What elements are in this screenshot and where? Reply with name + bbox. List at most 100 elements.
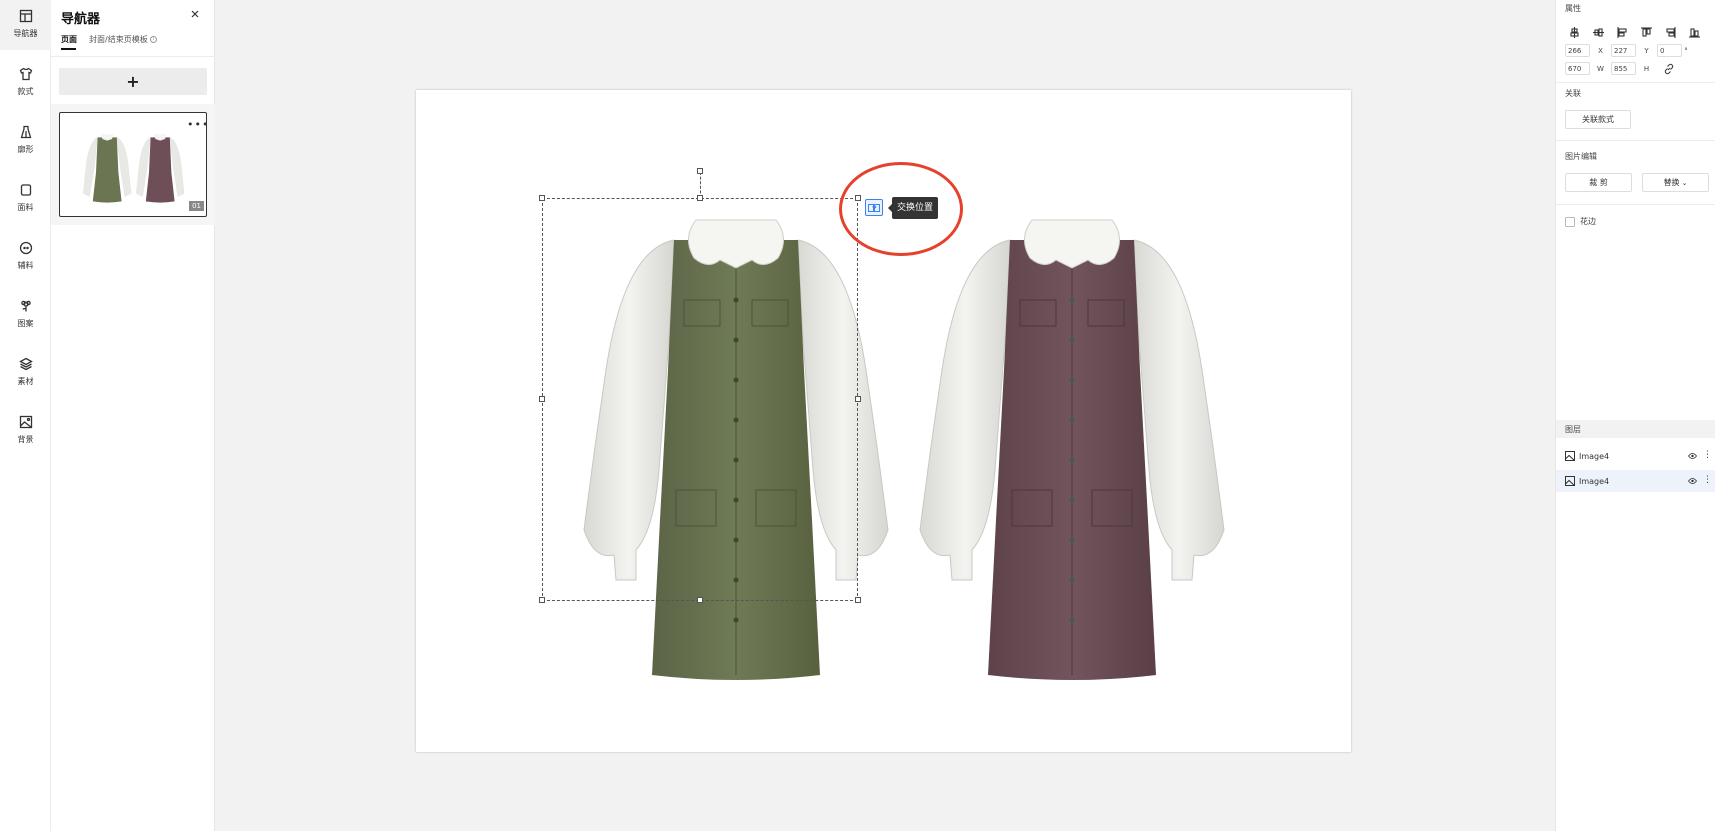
replace-label: 替换: [1663, 178, 1680, 187]
rail-item-pattern[interactable]: 图案: [0, 290, 51, 340]
more-vertical-icon[interactable]: ⋮: [1703, 475, 1712, 485]
rail-label: 图案: [17, 319, 34, 328]
layer-item[interactable]: Image4 ⋮: [1556, 445, 1715, 467]
link-section-title: 关联: [1565, 89, 1581, 98]
lace-label: 花边: [1580, 217, 1596, 226]
layout-icon: [19, 9, 32, 23]
divider: [1556, 204, 1715, 205]
resize-handle-n[interactable]: [697, 195, 703, 201]
rail-item-style[interactable]: 款式: [0, 58, 51, 108]
align-bottom-icon[interactable]: [1686, 26, 1702, 38]
eye-icon[interactable]: [1688, 477, 1697, 485]
silhouette-icon: [20, 125, 31, 139]
rotation-unit: °: [1684, 46, 1688, 55]
tab-label: 页面: [61, 35, 77, 44]
button-icon: [19, 241, 32, 255]
y-label: Y: [1644, 46, 1649, 55]
image-layer-icon: [1565, 451, 1575, 461]
rail-label: 廓形: [17, 145, 34, 154]
page-number-badge: 01: [189, 201, 204, 211]
flower-icon: [20, 300, 31, 312]
chevron-down-icon: ⌄: [1681, 178, 1688, 187]
image-layer-icon: [1565, 476, 1575, 486]
rotate-handle[interactable]: [697, 168, 703, 174]
properties-panel: 属性 X Y ° W H 关联 关联款式 图片编辑: [1555, 0, 1715, 831]
x-input[interactable]: [1565, 44, 1590, 57]
rotation-input[interactable]: [1657, 44, 1682, 57]
navigator-title: 导航器: [61, 12, 101, 27]
rail-item-navigator[interactable]: 导航器: [0, 0, 51, 50]
selection-box[interactable]: [542, 198, 858, 601]
left-toolbar: 导航器 款式 廓形 面料 辅料 图案 素材 背景: [0, 0, 51, 831]
replace-button[interactable]: 替换 ⌄: [1642, 173, 1709, 192]
resize-handle-s[interactable]: [697, 597, 703, 603]
align-left-icon[interactable]: [1614, 26, 1630, 38]
fabric-icon: [20, 184, 31, 196]
info-icon: i: [150, 36, 158, 43]
thumbnail-preview: [83, 134, 185, 203]
link-style-button[interactable]: 关联款式: [1565, 110, 1631, 129]
more-icon[interactable]: •••: [187, 118, 209, 131]
size-row: W H: [1565, 62, 1675, 75]
navigator-tabs: 页面 封面/结束页模板 i: [61, 34, 158, 50]
more-vertical-icon[interactable]: ⋮: [1703, 450, 1712, 460]
y-input[interactable]: [1611, 44, 1636, 57]
properties-title: 属性: [1565, 4, 1581, 13]
navigator-panel: 导航器 页面 封面/结束页模板 i + ••• 01: [51, 0, 215, 831]
w-label: W: [1597, 64, 1604, 73]
rail-item-silhouette[interactable]: 廓形: [0, 116, 51, 166]
divider: [1556, 140, 1715, 141]
align-toolbar: [1566, 26, 1702, 38]
layer-item[interactable]: Image4 ⋮: [1556, 470, 1715, 492]
rail-item-fabric[interactable]: 面料: [0, 174, 51, 224]
page-thumbnail[interactable]: ••• 01: [59, 112, 209, 217]
rail-label: 素材: [17, 377, 34, 386]
divider: [51, 56, 215, 57]
add-page-button[interactable]: +: [59, 68, 207, 95]
rail-item-background[interactable]: 背景: [0, 406, 51, 456]
image-icon: [19, 415, 32, 429]
resize-handle-w[interactable]: [539, 396, 545, 402]
h-label: H: [1643, 64, 1650, 73]
rail-label: 款式: [17, 87, 34, 96]
rail-label: 辅料: [17, 261, 34, 270]
rail-label: 导航器: [13, 29, 38, 38]
mauve-dress-image: [919, 219, 1225, 680]
tab-label: 封面/结束页模板: [89, 35, 148, 44]
crop-button[interactable]: 裁 剪: [1565, 173, 1632, 192]
app-root: 导航器 款式 廓形 面料 辅料 图案 素材 背景 导航器 页面 封面/结束页模板…: [0, 0, 1715, 831]
tab-pages[interactable]: 页面: [61, 34, 77, 50]
layer-name: Image4: [1579, 451, 1610, 461]
eye-icon[interactable]: [1688, 452, 1697, 460]
rail-label: 面料: [17, 203, 34, 212]
rail-item-trims[interactable]: 辅料: [0, 232, 51, 282]
resize-handle-se[interactable]: [855, 597, 861, 603]
align-center-v-icon[interactable]: [1566, 26, 1582, 38]
layers-icon: [18, 357, 33, 371]
layers-title: 图层: [1565, 425, 1581, 434]
tab-cover-templates[interactable]: 封面/结束页模板 i: [89, 34, 158, 50]
position-row: X Y °: [1565, 44, 1690, 57]
resize-handle-nw[interactable]: [539, 195, 545, 201]
divider: [1556, 82, 1715, 83]
x-label: X: [1598, 46, 1603, 55]
shirt-icon: [19, 67, 32, 81]
layer-name: Image4: [1579, 476, 1610, 486]
align-top-icon[interactable]: [1638, 26, 1654, 38]
lace-checkbox-row[interactable]: 花边: [1565, 216, 1596, 227]
close-icon[interactable]: [189, 8, 201, 20]
resize-handle-e[interactable]: [855, 396, 861, 402]
rail-label: 背景: [17, 435, 34, 444]
page-list: ••• 01: [51, 104, 215, 225]
rail-item-assets[interactable]: 素材: [0, 348, 51, 398]
align-center-h-icon[interactable]: [1590, 26, 1606, 38]
width-input[interactable]: [1565, 62, 1590, 75]
layers-header: 图层: [1556, 420, 1715, 438]
height-input[interactable]: [1611, 62, 1636, 75]
image-edit-title: 图片编辑: [1565, 152, 1597, 161]
resize-handle-sw[interactable]: [539, 597, 545, 603]
highlight-circle: [839, 162, 963, 256]
align-right-icon[interactable]: [1662, 26, 1678, 38]
lace-checkbox[interactable]: [1565, 216, 1575, 227]
link-icon[interactable]: [1663, 63, 1675, 75]
